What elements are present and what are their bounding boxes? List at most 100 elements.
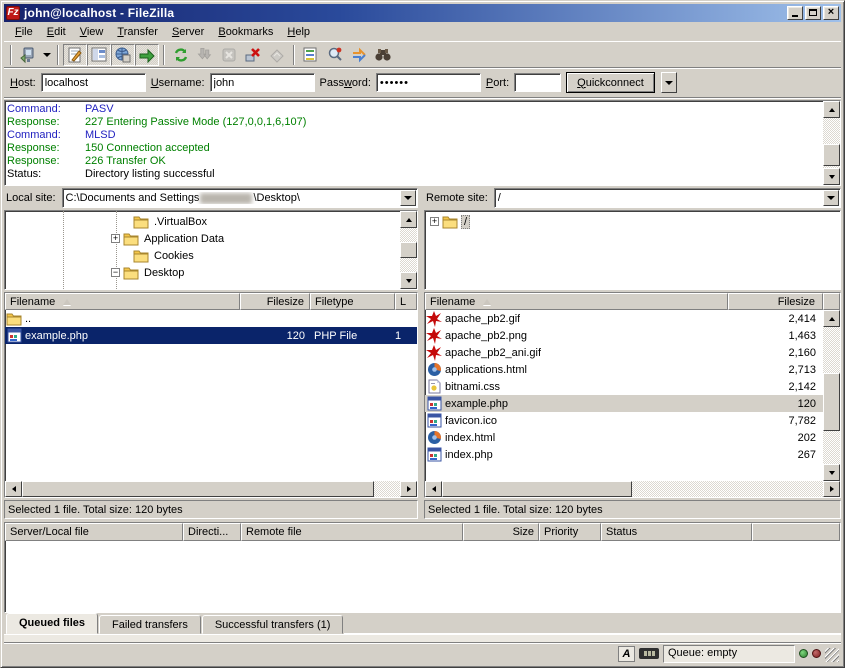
scroll-thumb[interactable] bbox=[823, 373, 840, 431]
column-header-lastmodified[interactable]: L bbox=[395, 293, 417, 310]
tab-queued-files[interactable]: Queued files bbox=[6, 613, 98, 634]
refresh-button[interactable] bbox=[169, 44, 193, 66]
menu-edit[interactable]: Edit bbox=[40, 24, 73, 40]
username-input[interactable] bbox=[210, 73, 315, 92]
scroll-up-button[interactable] bbox=[823, 310, 840, 327]
reconnect-button[interactable] bbox=[265, 44, 289, 66]
remote-list-hscrollbar[interactable] bbox=[425, 481, 840, 497]
resize-grip[interactable] bbox=[825, 648, 839, 662]
column-header-filename[interactable]: Filename bbox=[5, 293, 240, 310]
column-header-remote-file[interactable]: Remote file bbox=[241, 523, 463, 541]
column-header-priority[interactable]: Priority bbox=[539, 523, 601, 541]
collapse-icon[interactable]: − bbox=[111, 268, 120, 277]
quickconnect-button[interactable]: Quickconnect bbox=[566, 72, 655, 93]
maximize-icon bbox=[809, 9, 817, 16]
remote-file-row[interactable]: applications.html 2,713 bbox=[425, 361, 823, 378]
site-manager-dropdown[interactable] bbox=[40, 44, 53, 66]
remote-file-row[interactable]: apache_pb2.gif 2,414 bbox=[425, 310, 823, 327]
column-header-server-local-file[interactable]: Server/Local file bbox=[5, 523, 183, 541]
local-site-combobox[interactable]: C:\Documents and Settings\Desktop\ bbox=[62, 188, 418, 208]
queue-tabs: Queued files Failed transfers Successful… bbox=[4, 613, 841, 634]
menu-server[interactable]: Server bbox=[165, 24, 211, 40]
password-input[interactable] bbox=[376, 73, 481, 92]
remote-list-scrollbar[interactable] bbox=[823, 310, 840, 481]
menu-help[interactable]: Help bbox=[280, 24, 317, 40]
local-site-label: Local site: bbox=[4, 192, 62, 204]
local-list-hscrollbar[interactable] bbox=[5, 481, 417, 497]
menu-view[interactable]: View bbox=[73, 24, 111, 40]
scroll-thumb[interactable] bbox=[442, 481, 632, 497]
tree-item[interactable]: − Desktop bbox=[5, 264, 400, 281]
toggle-local-tree-button[interactable] bbox=[87, 44, 111, 66]
process-queue-icon bbox=[196, 46, 214, 64]
tree-item[interactable]: + / bbox=[425, 213, 840, 230]
tree-item[interactable]: Cookies bbox=[5, 247, 400, 264]
remote-file-row-selected[interactable]: example.php 120 bbox=[425, 395, 823, 412]
scroll-up-button[interactable] bbox=[823, 101, 840, 118]
remote-file-row[interactable]: index.php 267 bbox=[425, 446, 823, 463]
scroll-down-button[interactable] bbox=[823, 168, 840, 185]
column-header-filesize[interactable]: Filesize bbox=[240, 293, 310, 310]
port-input[interactable] bbox=[514, 73, 561, 92]
log-scrollbar[interactable] bbox=[823, 101, 840, 185]
scroll-down-button[interactable] bbox=[823, 464, 840, 481]
maximize-button[interactable] bbox=[805, 6, 821, 20]
tab-failed-transfers[interactable]: Failed transfers bbox=[99, 615, 201, 634]
expand-icon[interactable]: + bbox=[111, 234, 120, 243]
disconnect-button[interactable] bbox=[241, 44, 265, 66]
cancel-operation-button[interactable] bbox=[217, 44, 241, 66]
scroll-thumb[interactable] bbox=[22, 481, 374, 497]
remote-file-row[interactable]: apache_pb2.png 1,463 bbox=[425, 327, 823, 344]
toggle-transfer-queue-button[interactable] bbox=[135, 44, 159, 66]
process-queue-button[interactable] bbox=[193, 44, 217, 66]
column-header-filesize[interactable]: Filesize bbox=[728, 293, 823, 310]
scroll-left-button[interactable] bbox=[425, 481, 442, 497]
remote-file-row[interactable]: index.html 202 bbox=[425, 429, 823, 446]
remote-site-dropdown[interactable] bbox=[823, 190, 839, 206]
column-header-filetype[interactable]: Filetype bbox=[310, 293, 395, 310]
scroll-left-button[interactable] bbox=[5, 481, 22, 497]
local-site-dropdown[interactable] bbox=[400, 190, 416, 206]
log-text: PASV bbox=[85, 103, 114, 116]
quickconnect-dropdown[interactable] bbox=[661, 72, 677, 93]
scroll-thumb[interactable] bbox=[823, 144, 840, 166]
host-input[interactable] bbox=[41, 73, 146, 92]
log-text: 226 Transfer OK bbox=[85, 155, 166, 168]
tree-item[interactable]: .VirtualBox bbox=[5, 213, 400, 230]
column-header-filename[interactable]: Filename bbox=[425, 293, 728, 310]
remote-file-row[interactable]: favicon.ico 7,782 bbox=[425, 412, 823, 429]
remote-site-combobox[interactable]: / bbox=[494, 188, 841, 208]
column-header-size[interactable]: Size bbox=[463, 523, 539, 541]
compare-directories-button[interactable] bbox=[323, 44, 347, 66]
toggle-message-log-button[interactable] bbox=[63, 44, 87, 66]
column-header-status[interactable]: Status bbox=[601, 523, 752, 541]
log-label: Status: bbox=[7, 168, 85, 181]
find-files-button[interactable] bbox=[371, 44, 395, 66]
menu-transfer[interactable]: Transfer bbox=[110, 24, 165, 40]
directory-listing-filters-button[interactable] bbox=[299, 44, 323, 66]
minimize-button[interactable] bbox=[787, 6, 803, 20]
triangle-down-icon bbox=[406, 279, 412, 283]
local-file-row[interactable]: .. bbox=[5, 310, 417, 327]
tab-successful-transfers[interactable]: Successful transfers (1) bbox=[202, 615, 344, 634]
local-file-row-selected[interactable]: example.php 120 PHP File 1 bbox=[5, 327, 417, 344]
expand-icon[interactable]: + bbox=[430, 217, 439, 226]
remote-file-row[interactable]: apache_pb2_ani.gif 2,160 bbox=[425, 344, 823, 361]
close-button[interactable]: × bbox=[823, 6, 839, 20]
scroll-thumb[interactable] bbox=[400, 242, 417, 258]
title-bar[interactable]: Fz john@localhost - FileZilla × bbox=[4, 4, 841, 22]
menu-bookmarks[interactable]: Bookmarks bbox=[211, 24, 280, 40]
remote-file-row[interactable]: bitnami.css 2,142 bbox=[425, 378, 823, 395]
scroll-right-button[interactable] bbox=[823, 481, 840, 497]
toggle-remote-tree-button[interactable] bbox=[111, 44, 135, 66]
selected-tree-label: / bbox=[461, 215, 470, 229]
menu-file[interactable]: File bbox=[8, 24, 40, 40]
tree-item[interactable]: + Application Data bbox=[5, 230, 400, 247]
synchronized-browsing-button[interactable] bbox=[347, 44, 371, 66]
column-header-direction[interactable]: Directi... bbox=[183, 523, 241, 541]
scroll-right-button[interactable] bbox=[400, 481, 417, 497]
scroll-up-button[interactable] bbox=[400, 211, 417, 228]
local-tree-scrollbar[interactable] bbox=[400, 211, 417, 289]
site-manager-button[interactable] bbox=[16, 44, 40, 66]
scroll-down-button[interactable] bbox=[400, 272, 417, 289]
